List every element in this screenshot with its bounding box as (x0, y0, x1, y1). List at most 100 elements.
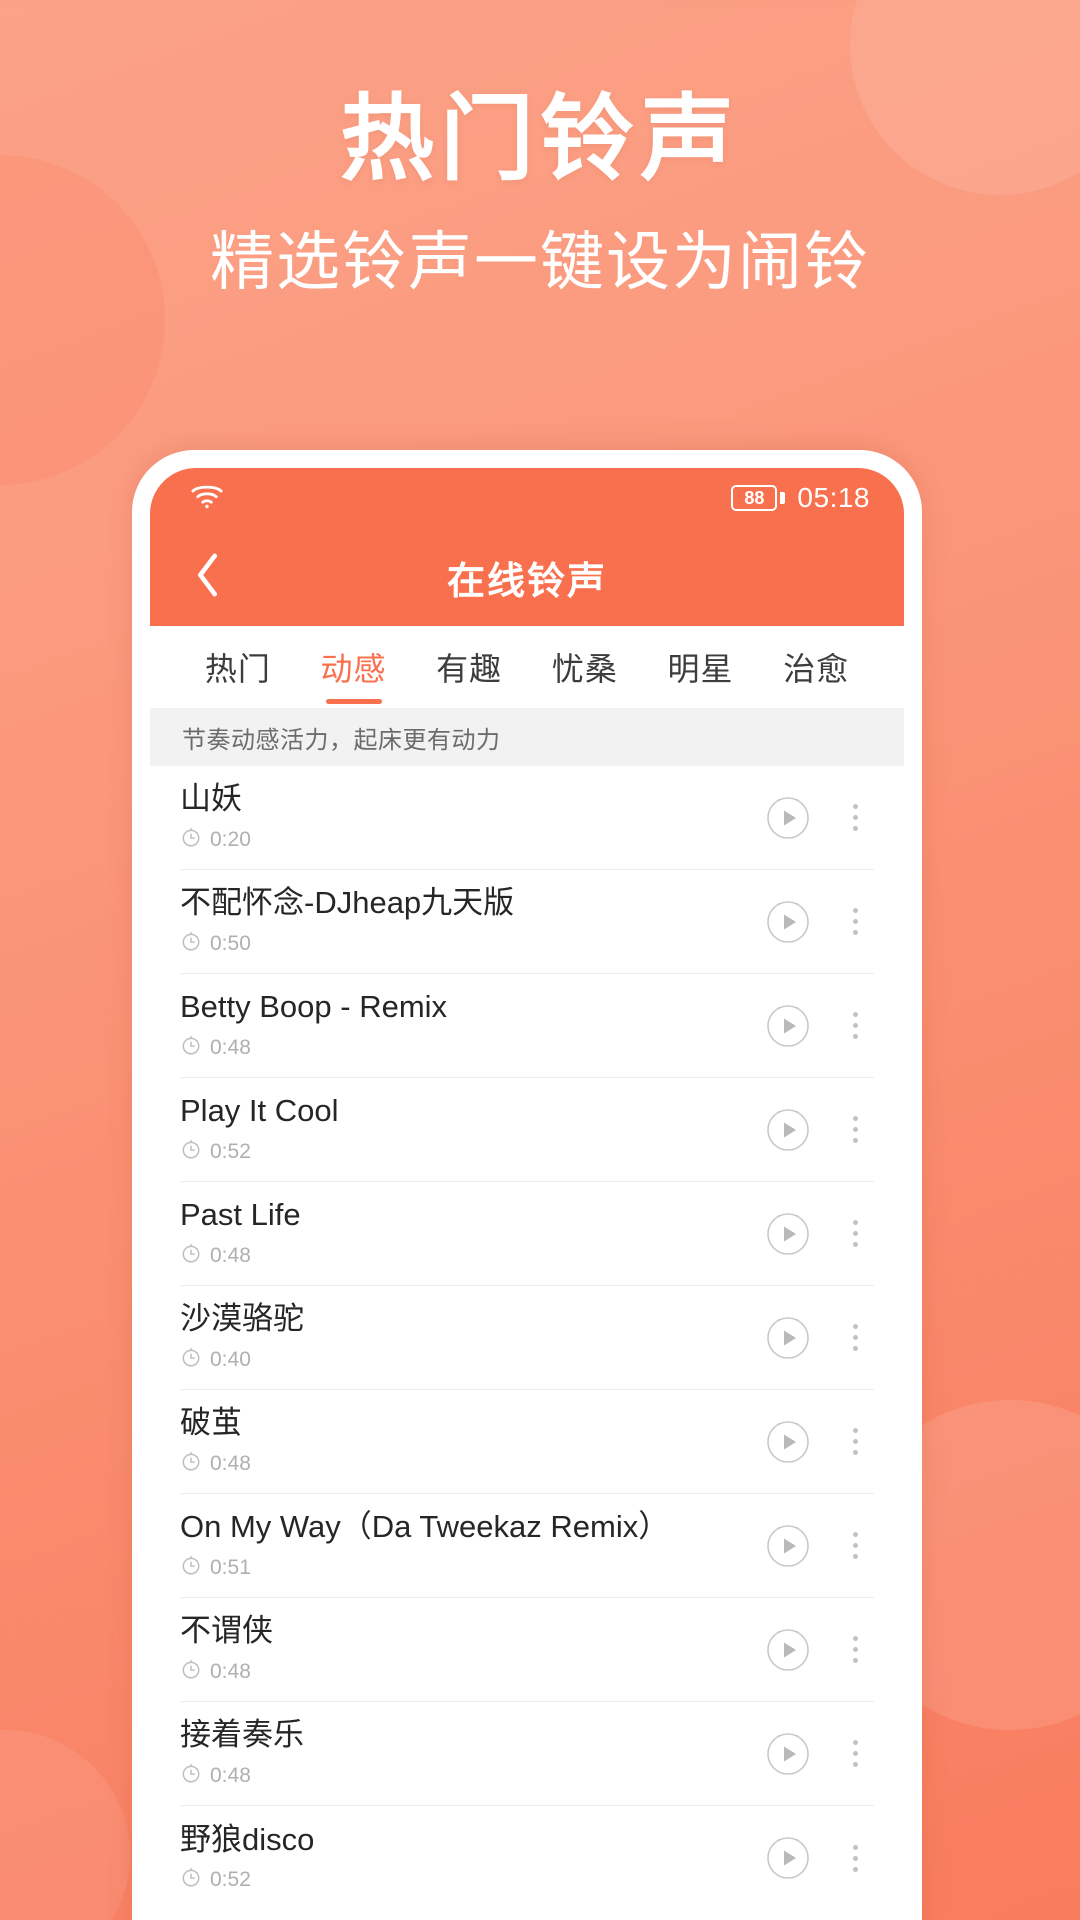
page-title: 热门铃声 (339, 86, 740, 191)
ringtone-actions (748, 796, 874, 840)
ringtone-meta: 0:51 (180, 1554, 748, 1582)
ringtone-meta: 0:48 (180, 1762, 748, 1790)
tab-dynamic[interactable]: 动感 (296, 626, 412, 708)
table-row[interactable]: 野狼disco 0:52 (180, 1806, 874, 1910)
ringtone-info: Play It Cool 0:52 (180, 1093, 748, 1166)
ringtone-duration: 0:50 (210, 931, 251, 955)
more-vertical-icon[interactable] (836, 1420, 874, 1464)
table-row[interactable]: 接着奏乐 0:48 (180, 1702, 874, 1806)
ringtone-duration: 0:48 (210, 1659, 251, 1683)
ringtone-duration: 0:52 (210, 1868, 251, 1892)
play-circle-icon[interactable] (766, 1108, 810, 1152)
table-row[interactable]: 不谓侠 0:48 (180, 1598, 874, 1702)
ringtone-info: 不谓侠 0:48 (180, 1613, 748, 1686)
phone-mockup: 88 05:18 在线铃声 热门 动感 有趣 忧桑 明星 治愈 节奏动感活力，起… (132, 450, 922, 1920)
ringtone-meta: 0:52 (180, 1866, 748, 1894)
play-circle-icon[interactable] (766, 1732, 810, 1776)
table-row[interactable]: 破茧 0:48 (180, 1390, 874, 1494)
play-circle-icon[interactable] (766, 900, 810, 944)
ringtone-info: 不配怀念-DJheap九天版 0:50 (180, 885, 748, 958)
battery-cap (780, 492, 786, 504)
play-circle-icon[interactable] (766, 1524, 810, 1568)
more-vertical-icon[interactable] (836, 900, 874, 944)
phone-screen: 88 05:18 在线铃声 热门 动感 有趣 忧桑 明星 治愈 节奏动感活力，起… (150, 468, 904, 1920)
tab-hot[interactable]: 热门 (180, 626, 296, 708)
ringtone-actions (748, 1524, 874, 1568)
more-vertical-icon[interactable] (836, 1836, 874, 1880)
battery-level: 88 (731, 485, 778, 511)
play-circle-icon[interactable] (766, 1836, 810, 1880)
ringtone-duration: 0:20 (210, 827, 251, 851)
app-bar: 在线铃声 (150, 528, 904, 626)
ringtone-title: 不谓侠 (180, 1613, 273, 1649)
clock-icon (180, 1450, 202, 1478)
table-row[interactable]: 山妖 0:20 (180, 766, 874, 870)
more-vertical-icon[interactable] (836, 796, 874, 840)
ringtone-meta: 0:48 (180, 1034, 748, 1062)
more-vertical-icon[interactable] (836, 1004, 874, 1048)
ringtone-info: 破茧 0:48 (180, 1405, 748, 1478)
ringtone-actions (748, 1628, 874, 1672)
tab-healing[interactable]: 治愈 (758, 626, 874, 708)
category-description-banner: 节奏动感活力，起床更有动力 (150, 708, 904, 766)
table-row[interactable]: 不配怀念-DJheap九天版 0:50 (180, 870, 874, 974)
page-subtitle: 精选铃声一键设为闹铃 (210, 226, 870, 298)
chevron-left-icon (193, 552, 223, 603)
wifi-icon (190, 483, 224, 514)
more-vertical-icon[interactable] (836, 1524, 874, 1568)
status-bar-left (190, 483, 224, 514)
status-bar: 88 05:18 (150, 468, 904, 528)
ringtone-title: 山妖 (180, 781, 242, 817)
clock-icon (180, 1034, 202, 1062)
ringtone-actions (748, 1212, 874, 1256)
play-circle-icon[interactable] (766, 1212, 810, 1256)
ringtone-info: Betty Boop - Remix 0:48 (180, 989, 748, 1062)
ringtone-meta: 0:48 (180, 1450, 748, 1478)
ringtone-info: On My Way（Da Tweekaz Remix） 0:51 (180, 1509, 748, 1582)
ringtone-meta: 0:50 (180, 930, 748, 958)
ringtone-info: 野狼disco 0:52 (180, 1822, 748, 1895)
ringtone-actions (748, 1420, 874, 1464)
more-vertical-icon[interactable] (836, 1108, 874, 1152)
status-bar-right: 88 05:18 (731, 482, 870, 514)
ringtone-title: On My Way（Da Tweekaz Remix） (180, 1509, 670, 1545)
ringtone-meta: 0:48 (180, 1658, 748, 1686)
more-vertical-icon[interactable] (836, 1316, 874, 1360)
play-circle-icon[interactable] (766, 796, 810, 840)
tab-star[interactable]: 明星 (643, 626, 759, 708)
ringtone-duration: 0:48 (210, 1763, 251, 1787)
back-button[interactable] (180, 549, 236, 605)
ringtone-actions (748, 1004, 874, 1048)
play-circle-icon[interactable] (766, 1316, 810, 1360)
ringtone-meta: 0:52 (180, 1138, 748, 1166)
hero-section: 热门铃声 精选铃声一键设为闹铃 (0, 0, 1080, 298)
clock-icon (180, 930, 202, 958)
ringtone-info: 山妖 0:20 (180, 781, 748, 854)
table-row[interactable]: Betty Boop - Remix 0:48 (180, 974, 874, 1078)
ringtone-actions (748, 900, 874, 944)
ringtone-info: 接着奏乐 0:48 (180, 1717, 748, 1790)
ringtone-title: Betty Boop - Remix (180, 989, 448, 1025)
table-row[interactable]: Play It Cool 0:52 (180, 1078, 874, 1182)
ringtone-duration: 0:48 (210, 1451, 251, 1475)
more-vertical-icon[interactable] (836, 1628, 874, 1672)
clock-icon (180, 1346, 202, 1374)
play-circle-icon[interactable] (766, 1628, 810, 1672)
play-circle-icon[interactable] (766, 1420, 810, 1464)
clock-icon (180, 1242, 202, 1270)
status-bar-clock: 05:18 (797, 482, 870, 513)
battery-icon: 88 (731, 485, 786, 511)
app-bar-title: 在线铃声 (446, 560, 607, 603)
tab-fun[interactable]: 有趣 (411, 626, 527, 708)
table-row[interactable]: Past Life 0:48 (180, 1182, 874, 1286)
more-vertical-icon[interactable] (836, 1212, 874, 1256)
clock-icon (180, 1866, 202, 1894)
category-tabs: 热门 动感 有趣 忧桑 明星 治愈 (150, 626, 904, 708)
ringtone-title: Play It Cool (180, 1093, 339, 1129)
play-circle-icon[interactable] (766, 1004, 810, 1048)
ringtone-meta: 0:20 (180, 826, 748, 854)
table-row[interactable]: On My Way（Da Tweekaz Remix） 0:51 (180, 1494, 874, 1598)
table-row[interactable]: 沙漠骆驼 0:40 (180, 1286, 874, 1390)
tab-sad[interactable]: 忧桑 (527, 626, 643, 708)
more-vertical-icon[interactable] (836, 1732, 874, 1776)
